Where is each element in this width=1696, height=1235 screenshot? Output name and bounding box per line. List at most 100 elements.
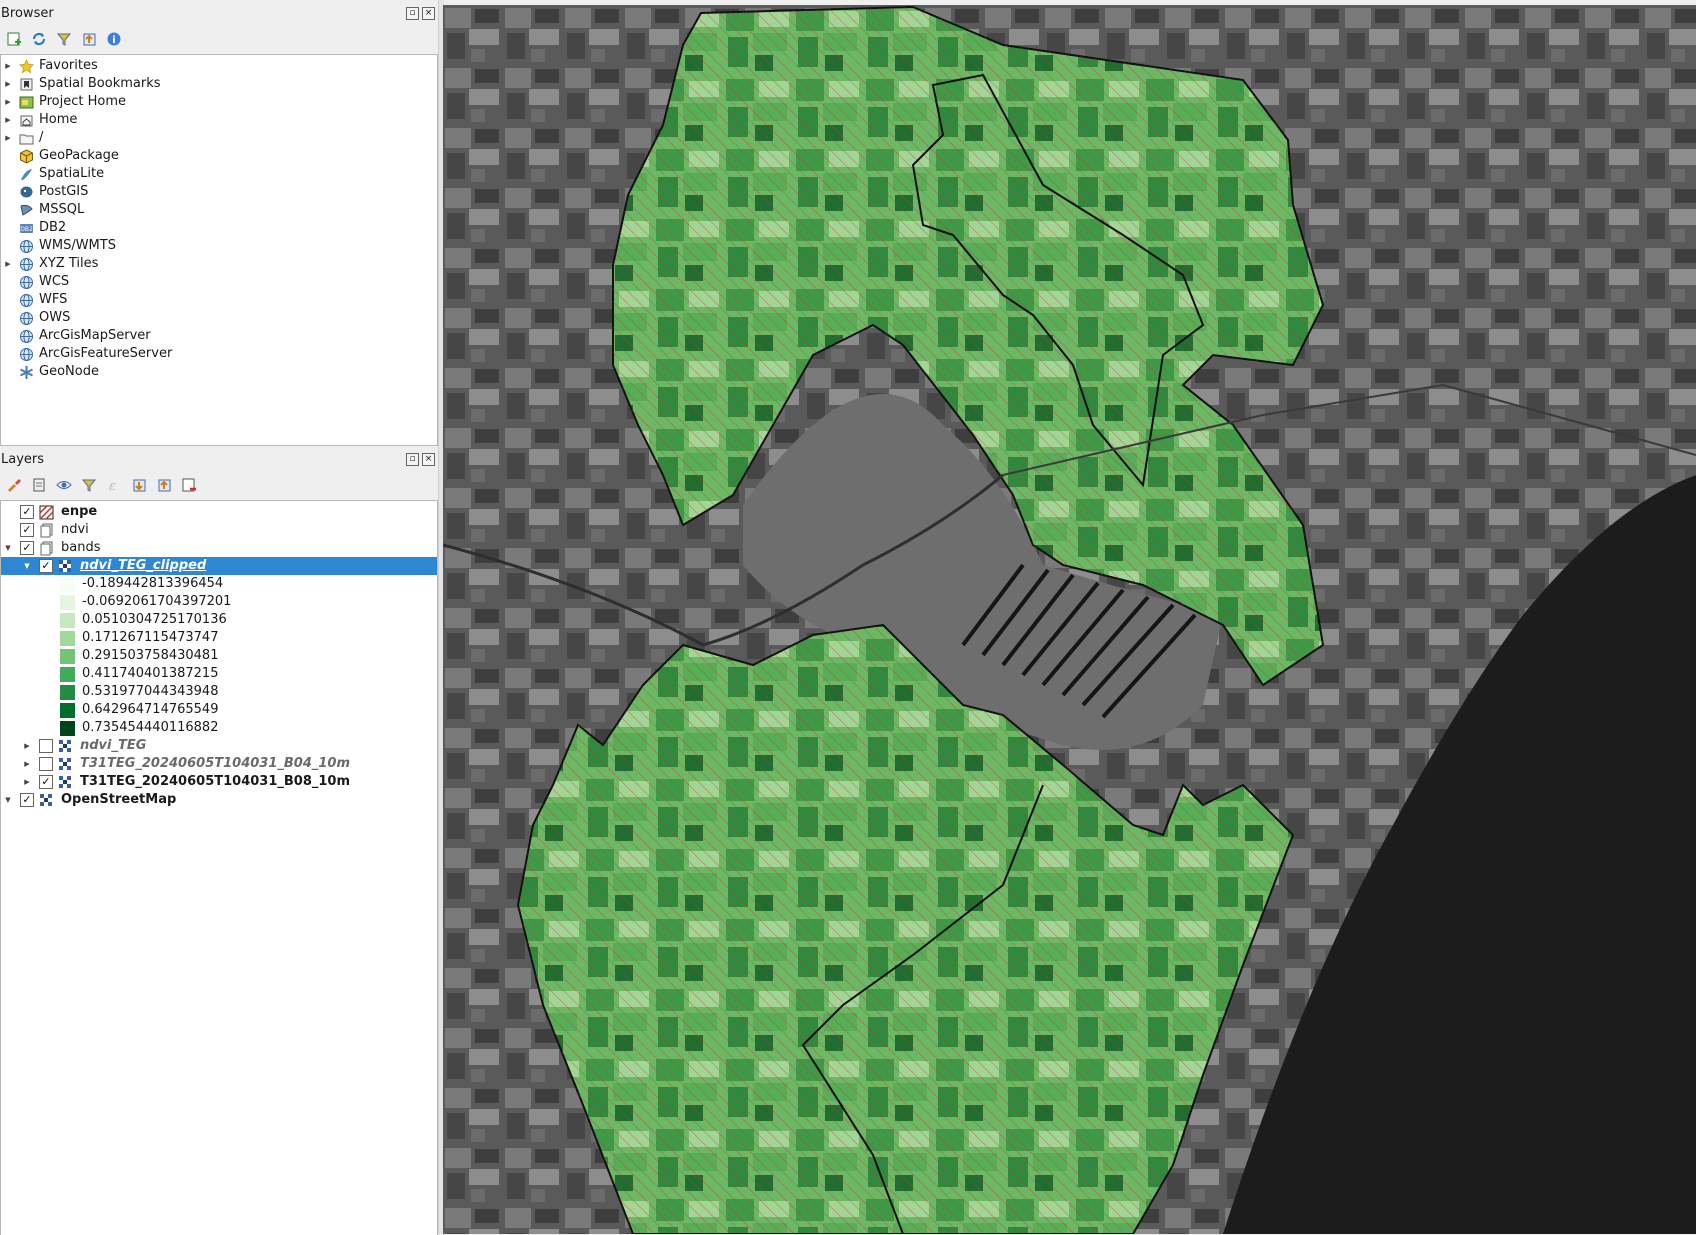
layers-title-text: Layers	[1, 452, 45, 467]
layer-row[interactable]: ▶ T31TEG_20240605T104031_B04_10m	[1, 755, 437, 773]
collapse-arrow-icon[interactable]: ▼	[22, 557, 32, 575]
map-canvas[interactable]	[443, 5, 1696, 1234]
close-icon[interactable]: ×	[422, 453, 435, 466]
layer-row[interactable]: ✓ enpe	[1, 503, 437, 521]
browser-item-label: Spatial Bookmarks	[39, 76, 161, 91]
svg-text:i: i	[112, 35, 115, 46]
expand-all-icon[interactable]	[129, 476, 148, 495]
map-svg	[443, 5, 1696, 1234]
collapse-arrow-icon[interactable]: ▼	[3, 539, 13, 557]
browser-title-text: Browser	[1, 6, 54, 21]
layer-visibility-checkbox[interactable]: ✓	[39, 775, 53, 789]
browser-item[interactable]: PostGIS	[1, 183, 437, 201]
style-brush-icon[interactable]	[4, 476, 23, 495]
expand-arrow-icon[interactable]: ▶	[3, 75, 13, 93]
browser-item[interactable]: WFS	[1, 291, 437, 309]
expand-arrow-icon[interactable]: ▶	[3, 255, 13, 273]
browser-item[interactable]: MSSQL	[1, 201, 437, 219]
layer-visibility-checkbox[interactable]: ✓	[20, 523, 34, 537]
legend-entry: 0.531977044343948	[1, 683, 437, 701]
layer-row[interactable]: ✓ ndvi	[1, 521, 437, 539]
globe-icon	[19, 293, 34, 308]
expand-arrow-icon[interactable]: ▶	[3, 111, 13, 129]
browser-item[interactable]: DB2 DB2	[1, 219, 437, 237]
raster-icon	[58, 559, 73, 574]
legend-value: 0.291503758430481	[82, 648, 219, 663]
expand-arrow-icon[interactable]: ▶	[3, 129, 13, 147]
browser-item-label: WFS	[39, 292, 68, 307]
filter-icon[interactable]	[54, 30, 73, 49]
layer-visibility-checkbox[interactable]	[39, 757, 53, 771]
browser-item-label: PostGIS	[39, 184, 89, 199]
browser-item-label: WMS/WMTS	[39, 238, 116, 253]
browser-item[interactable]: OWS	[1, 309, 437, 327]
legend-entry: 0.0510304725170136	[1, 611, 437, 629]
filter-icon[interactable]	[79, 476, 98, 495]
layer-visibility-checkbox[interactable]: ✓	[20, 793, 34, 807]
expand-arrow-icon[interactable]: ▶	[3, 93, 13, 111]
expand-arrow-icon[interactable]: ▶	[22, 737, 32, 755]
layer-visibility-checkbox[interactable]: ✓	[39, 559, 53, 573]
hatch-polygon-icon	[39, 505, 54, 520]
browser-tree[interactable]: ▶ Favorites ▶ Spatial Bookmarks ▶ Project Hom…	[0, 54, 438, 446]
legend-swatch	[60, 703, 75, 718]
layers-panel-title: Layers ▫ ×	[0, 450, 439, 470]
add-group-icon[interactable]	[29, 476, 48, 495]
browser-item[interactable]: ▶ /	[1, 129, 437, 147]
layer-name: T31TEG_20240605T104031_B04_10m	[80, 756, 351, 771]
browser-item[interactable]: ▶ Home	[1, 111, 437, 129]
float-panel-icon[interactable]: ▫	[406, 7, 419, 20]
expand-arrow-icon[interactable]: ▶	[22, 755, 32, 773]
legend-swatch	[60, 649, 75, 664]
browser-item[interactable]: ▶ Spatial Bookmarks	[1, 75, 437, 93]
legend-value: -0.189442813396454	[82, 576, 224, 591]
project-home-icon	[19, 95, 34, 110]
float-panel-icon[interactable]: ▫	[406, 453, 419, 466]
layer-visibility-checkbox[interactable]: ✓	[20, 541, 34, 555]
legend-value: 0.735454440116882	[82, 720, 219, 735]
legend-entry: -0.0692061704397201	[1, 593, 437, 611]
legend-swatch	[60, 631, 75, 646]
layer-row[interactable]: ▼ ✓ OpenStreetMap	[1, 791, 437, 809]
browser-item[interactable]: WCS	[1, 273, 437, 291]
browser-item[interactable]: GeoPackage	[1, 147, 437, 165]
visibility-eye-icon[interactable]	[54, 476, 73, 495]
collapse-all-icon[interactable]	[79, 30, 98, 49]
browser-panel-title: Browser ▫ ×	[0, 4, 439, 24]
browser-item[interactable]: GeoNode	[1, 363, 437, 381]
browser-item-label: /	[39, 130, 44, 145]
legend-value: 0.642964714765549	[82, 702, 219, 717]
browser-item[interactable]: ▶ XYZ Tiles	[1, 255, 437, 273]
layer-visibility-checkbox[interactable]: ✓	[20, 505, 34, 519]
info-icon[interactable]: i	[104, 30, 123, 49]
layers-tree[interactable]: ✓ enpe ✓ ndvi ▼ ✓ bands ▼ ✓ ndvi_TEG_clipped -0.18…	[0, 500, 438, 1235]
left-panel: Browser ▫ × i ▶ Favorites ▶ Spatial Bookmar…	[0, 0, 442, 1235]
browser-item[interactable]: ▶ Favorites	[1, 57, 437, 75]
globe-icon	[19, 257, 34, 272]
browser-item-label: XYZ Tiles	[39, 256, 99, 271]
layer-name: bands	[61, 540, 101, 555]
layer-row[interactable]: ▼ ✓ ndvi_TEG_clipped	[1, 557, 437, 575]
add-layer-icon[interactable]	[4, 30, 23, 49]
layer-name: ndvi	[61, 522, 89, 537]
legend-swatch	[60, 613, 75, 628]
collapse-all-icon[interactable]	[154, 476, 173, 495]
expand-arrow-icon[interactable]: ▶	[3, 57, 13, 75]
layer-row[interactable]: ▼ ✓ bands	[1, 539, 437, 557]
close-icon[interactable]: ×	[422, 7, 435, 20]
layer-visibility-checkbox[interactable]	[39, 739, 53, 753]
browser-item[interactable]: ▶ Project Home	[1, 93, 437, 111]
globe-icon	[19, 347, 34, 362]
postgis-icon	[19, 185, 34, 200]
browser-item[interactable]: SpatiaLite	[1, 165, 437, 183]
browser-item[interactable]: WMS/WMTS	[1, 237, 437, 255]
browser-item[interactable]: ArcGisMapServer	[1, 327, 437, 345]
browser-item[interactable]: ArcGisFeatureServer	[1, 345, 437, 363]
collapse-arrow-icon[interactable]: ▼	[3, 791, 13, 809]
expand-arrow-icon[interactable]: ▶	[22, 773, 32, 791]
layer-row[interactable]: ▶ ✓ T31TEG_20240605T104031_B08_10m	[1, 773, 437, 791]
browser-item-label: MSSQL	[39, 202, 85, 217]
layer-row[interactable]: ▶ ndvi_TEG	[1, 737, 437, 755]
remove-layer-icon[interactable]	[179, 476, 198, 495]
refresh-icon[interactable]	[29, 30, 48, 49]
